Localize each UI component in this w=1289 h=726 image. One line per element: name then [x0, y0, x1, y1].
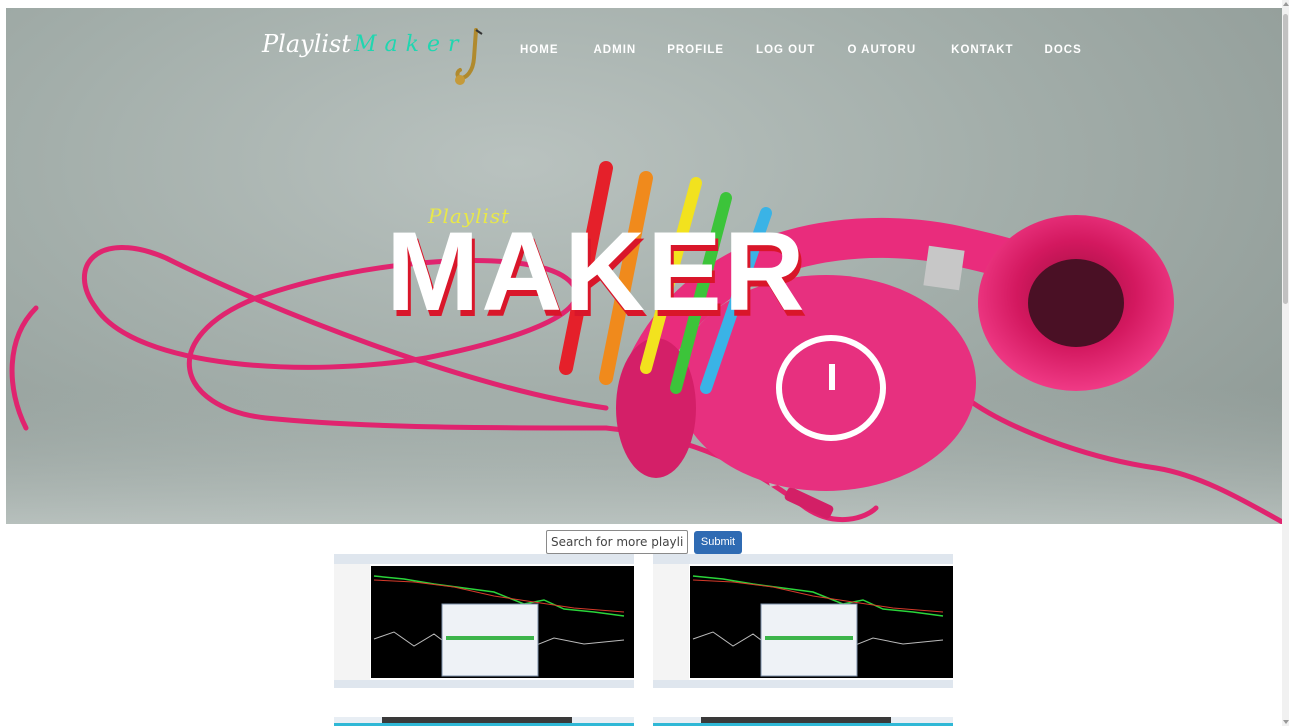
page-scrollbar[interactable] [1282, 0, 1289, 726]
playlist-thumbnail[interactable] [334, 554, 634, 688]
scroll-down-icon[interactable] [1283, 720, 1289, 724]
screenshot-image [334, 717, 634, 726]
trading-screenshot-image [334, 554, 634, 688]
playlist-thumbnail[interactable] [334, 714, 634, 726]
hero-banner: Playlist Maker HOME ADMIN PROFILE LOG OU… [6, 8, 1282, 524]
search-input[interactable] [546, 530, 688, 554]
submit-button[interactable]: Submit [694, 530, 742, 554]
search-form: Submit [546, 530, 742, 554]
page: Playlist Maker HOME ADMIN PROFILE LOG OU… [0, 0, 1289, 726]
screenshot-image [653, 717, 953, 726]
playlist-thumbnail[interactable] [653, 554, 953, 688]
trading-screenshot-image [653, 554, 953, 688]
scroll-up-icon[interactable] [1283, 2, 1289, 6]
playlist-thumbnail[interactable] [653, 714, 953, 726]
hero-logo-big: MAKER [386, 209, 807, 334]
scrollbar-thumb[interactable] [1283, 14, 1288, 304]
